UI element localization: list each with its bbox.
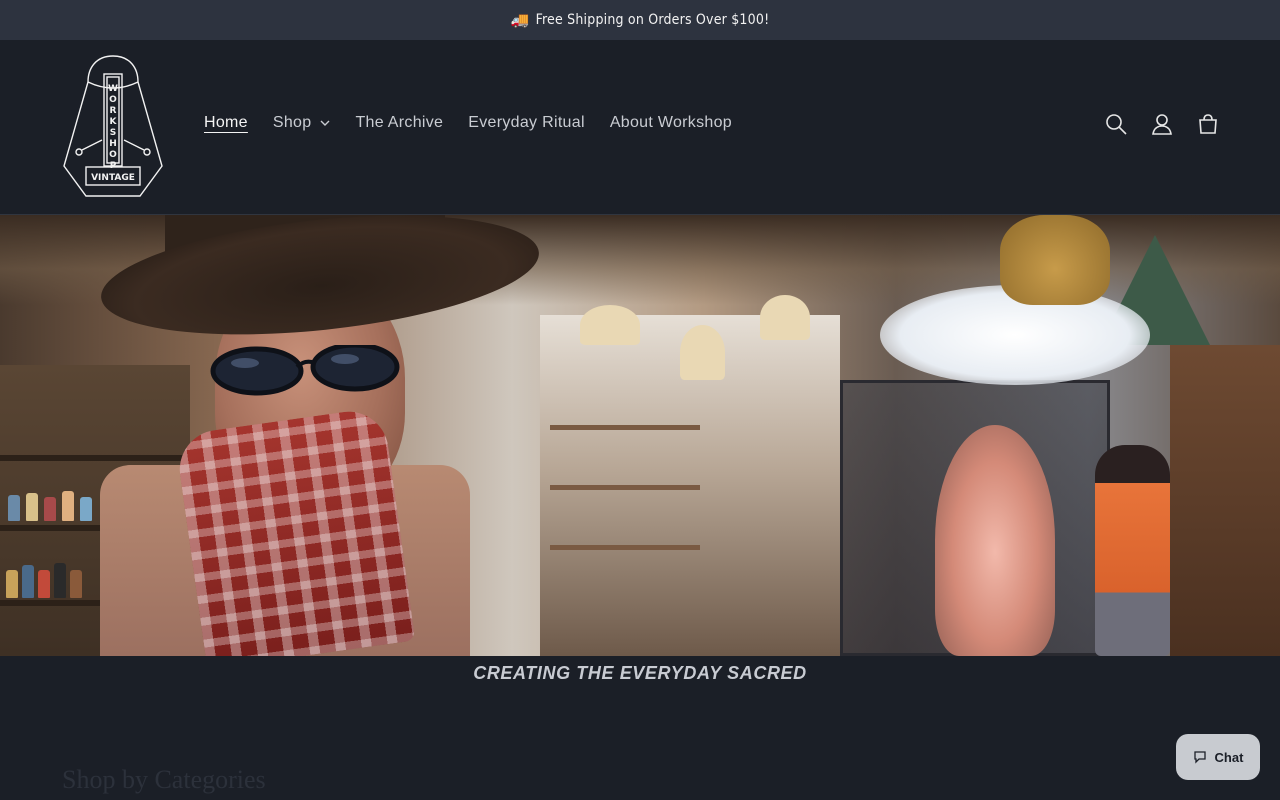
svg-text:P: P — [110, 161, 117, 171]
announcement-text-wrap: 🚚 Free Shipping on Orders Over $100! — [511, 11, 770, 29]
svg-text:R: R — [110, 106, 117, 116]
truck-icon: 🚚 — [510, 11, 530, 29]
svg-text:O: O — [109, 150, 117, 160]
chat-label: Chat — [1214, 749, 1244, 765]
svg-text:O: O — [109, 95, 117, 105]
main-nav: Home Shop The Archive Everyday Ritual Ab… — [204, 114, 757, 132]
nav-about-label: About Workshop — [609, 114, 733, 131]
svg-text:W: W — [108, 84, 118, 94]
site-header: W O R K S H O P VINTAGE Home Shop The Ar… — [0, 40, 1280, 215]
shop-interior — [540, 295, 840, 656]
cart-icon[interactable] — [1196, 112, 1220, 136]
nav-home[interactable]: Home — [204, 114, 248, 132]
nav-home-label: Home — [204, 114, 248, 131]
workshop-vintage-logo[interactable]: W O R K S H O P VINTAGE — [62, 54, 164, 200]
svg-text:S: S — [110, 128, 116, 138]
hero-banner-image — [0, 215, 1280, 656]
nav-archive-label: The Archive — [355, 114, 444, 131]
announcement-bar: 🚚 Free Shipping on Orders Over $100! — [0, 0, 1280, 40]
nav-shop-label: Shop — [272, 114, 312, 131]
nav-about[interactable]: About Workshop — [610, 114, 732, 132]
announcement-text: Free Shipping on Orders Over $100! — [535, 12, 770, 28]
nav-archive[interactable]: The Archive — [355, 114, 443, 132]
nav-everyday-ritual-label: Everyday Ritual — [468, 114, 585, 131]
svg-text:H: H — [109, 139, 117, 149]
account-icon[interactable] — [1150, 112, 1174, 136]
sunglasses — [210, 345, 400, 396]
search-icon[interactable] — [1104, 112, 1128, 136]
chat-bubble-icon — [1193, 751, 1206, 764]
header-icons — [1104, 112, 1220, 136]
nav-shop[interactable]: Shop — [273, 114, 331, 132]
chevron-down-icon — [320, 120, 330, 126]
section-title: Shop by Categories — [62, 765, 266, 794]
plaid-scarf — [174, 406, 416, 656]
svg-text:K: K — [110, 117, 118, 127]
chat-button[interactable]: Chat — [1176, 734, 1260, 780]
svg-text:VINTAGE: VINTAGE — [91, 173, 135, 183]
hero-tagline: CREATING THE EVERYDAY SACRED — [473, 663, 807, 683]
geode — [935, 425, 1055, 656]
nav-everyday-ritual[interactable]: Everyday Ritual — [468, 114, 585, 132]
